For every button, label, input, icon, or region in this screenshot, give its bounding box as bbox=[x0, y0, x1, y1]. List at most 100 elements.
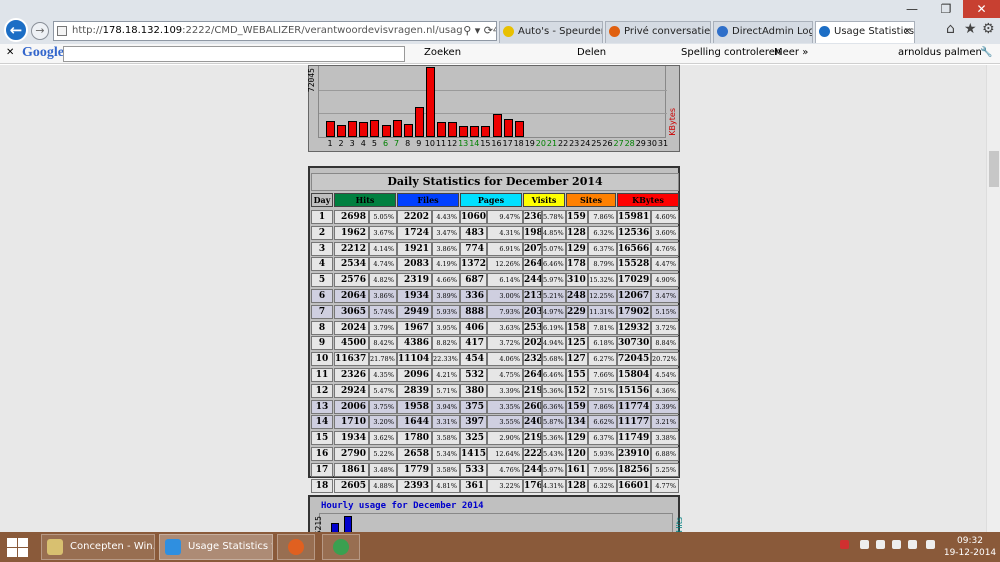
percent-cell: 15.32% bbox=[588, 273, 617, 288]
settings-gear-icon[interactable]: ⚙ bbox=[982, 21, 995, 37]
url-path: :2222/CMD_WEBALIZER/verantwoordevisvrage… bbox=[182, 25, 496, 36]
value-cell: 774 bbox=[460, 241, 487, 256]
value-cell: 2534 bbox=[334, 257, 369, 272]
tab-directadmin-login[interactable]: DirectAdmin Login bbox=[713, 21, 813, 43]
tab-usage-statistics[interactable]: Usage Statistics f... ✕ bbox=[815, 21, 915, 43]
value-cell: 1967 bbox=[397, 320, 432, 335]
hourly-bar bbox=[344, 516, 352, 532]
value-cell: 1372 bbox=[460, 257, 487, 272]
percent-cell: 5.43% bbox=[542, 447, 566, 461]
favorites-star-icon[interactable]: ★ bbox=[964, 21, 977, 37]
value-cell: 12067 bbox=[617, 289, 651, 303]
kbytes-bar bbox=[392, 120, 402, 137]
toolbar-close-icon[interactable]: ✕ bbox=[6, 47, 14, 58]
value-cell: 129 bbox=[566, 241, 588, 256]
value-cell: 222 bbox=[523, 447, 542, 461]
value-cell: 176 bbox=[523, 478, 542, 493]
taskbar-button-chrome[interactable] bbox=[322, 534, 360, 560]
value-cell: 3065 bbox=[334, 304, 369, 319]
kbytes-bar bbox=[359, 122, 369, 137]
tray-up-icon[interactable] bbox=[860, 540, 869, 549]
percent-cell: 6.62% bbox=[588, 415, 617, 430]
tab-close-icon[interactable]: ✕ bbox=[903, 22, 911, 42]
value-cell: 2202 bbox=[397, 210, 432, 224]
tray-monitor-icon[interactable] bbox=[908, 540, 917, 549]
forward-button[interactable]: → bbox=[31, 22, 49, 40]
percent-cell: 4.77% bbox=[651, 478, 679, 493]
kbytes-bar bbox=[403, 124, 413, 137]
tab-prive-conversaties[interactable]: Privé conversaties - ... bbox=[605, 21, 711, 43]
user-account[interactable]: arnoldus palmen bbox=[898, 47, 982, 58]
percent-cell: 9.47% bbox=[487, 210, 523, 224]
start-button[interactable] bbox=[4, 536, 30, 558]
percent-cell: 3.58% bbox=[432, 431, 460, 446]
day-cell: 4 bbox=[311, 257, 333, 272]
search-refresh-icons[interactable]: ⚲ ▾ ⟳ bbox=[463, 22, 493, 40]
percent-cell: 3.94% bbox=[432, 399, 460, 414]
percent-cell: 4.35% bbox=[369, 368, 397, 382]
column-header: Hits bbox=[334, 193, 396, 207]
kbytes-chart: 72045 KBytes 1 2 3 4 5 6 7 8 9 10 11 12 13 14 15 16 17 18… bbox=[307, 65, 680, 152]
percent-cell: 4.31% bbox=[487, 225, 523, 240]
hourly-plot-area: 5215 Hits bbox=[314, 513, 684, 532]
percent-cell: 6.88% bbox=[651, 447, 679, 461]
meer-button[interactable]: Meer » bbox=[774, 47, 808, 58]
value-cell: 2790 bbox=[334, 447, 369, 461]
taskbar-clock[interactable]: 09:32 19-12-2014 bbox=[942, 535, 998, 559]
value-cell: 1958 bbox=[397, 399, 432, 414]
home-icon[interactable]: ⌂ bbox=[946, 21, 955, 37]
value-cell: 178 bbox=[566, 257, 588, 272]
day-cell: 14 bbox=[311, 415, 333, 430]
percent-cell: 4.54% bbox=[651, 368, 679, 382]
google-search-input[interactable] bbox=[63, 46, 405, 62]
taskbar-button-ie[interactable]: Usage Statistics fo... bbox=[159, 534, 273, 560]
tray-volume-icon[interactable] bbox=[926, 540, 935, 549]
close-window-button[interactable]: ✕ bbox=[963, 0, 1000, 20]
percent-cell: 3.47% bbox=[651, 289, 679, 303]
back-button[interactable]: ← bbox=[4, 18, 28, 42]
value-cell: 417 bbox=[460, 336, 487, 351]
minimize-button[interactable]: — bbox=[895, 0, 929, 20]
percent-cell: 5.71% bbox=[432, 383, 460, 398]
value-cell: 2839 bbox=[397, 383, 432, 398]
value-cell: 11749 bbox=[617, 431, 651, 446]
value-cell: 11774 bbox=[617, 399, 651, 414]
value-cell: 336 bbox=[460, 289, 487, 303]
value-cell: 1861 bbox=[334, 462, 369, 477]
tray-flag-icon[interactable] bbox=[876, 540, 885, 549]
column-header: Pages bbox=[460, 193, 522, 207]
value-cell: 23910 bbox=[617, 447, 651, 461]
scroll-thumb[interactable] bbox=[989, 151, 999, 187]
tray-network-icon[interactable] bbox=[892, 540, 901, 549]
value-cell: 11637 bbox=[334, 352, 369, 367]
delen-button[interactable]: Delen bbox=[577, 47, 606, 58]
tab-label: Privé conversaties - ... bbox=[624, 26, 711, 37]
taskbar-button-concepten[interactable]: Concepten - Win... bbox=[41, 534, 155, 560]
taskbar-label: Usage Statistics fo... bbox=[188, 541, 272, 552]
kbytes-bar bbox=[492, 114, 502, 137]
value-cell: 888 bbox=[460, 304, 487, 319]
day-cell: 11 bbox=[311, 368, 333, 382]
percent-cell: 3.89% bbox=[432, 289, 460, 303]
value-cell: 202 bbox=[523, 336, 542, 351]
value-cell: 2006 bbox=[334, 399, 369, 414]
tray-app-icon[interactable] bbox=[840, 540, 849, 549]
percent-cell: 3.63% bbox=[487, 320, 523, 335]
url-prefix: http:// bbox=[72, 25, 103, 36]
percent-cell: 2.90% bbox=[487, 431, 523, 446]
value-cell: 1724 bbox=[397, 225, 432, 240]
percent-cell: 3.86% bbox=[369, 289, 397, 303]
wrench-icon[interactable]: 🔧 bbox=[980, 47, 992, 58]
address-bar[interactable]: http://178.18.132.109:2222/CMD_WEBALIZER… bbox=[53, 21, 497, 41]
value-cell: 161 bbox=[566, 462, 588, 477]
percent-cell: 3.75% bbox=[369, 399, 397, 414]
zoeken-button[interactable]: Zoeken bbox=[424, 47, 461, 58]
maximize-button[interactable]: ❐ bbox=[929, 0, 963, 20]
percent-cell: 3.31% bbox=[432, 415, 460, 430]
tab-speurders[interactable]: Auto's - Speurders.nl bbox=[499, 21, 603, 43]
taskbar-button-firefox[interactable] bbox=[277, 534, 315, 560]
percent-cell: 3.67% bbox=[369, 225, 397, 240]
percent-cell: 6.37% bbox=[588, 241, 617, 256]
spelling-button[interactable]: Spelling controleren bbox=[681, 47, 781, 58]
vertical-scrollbar[interactable] bbox=[986, 65, 1000, 532]
